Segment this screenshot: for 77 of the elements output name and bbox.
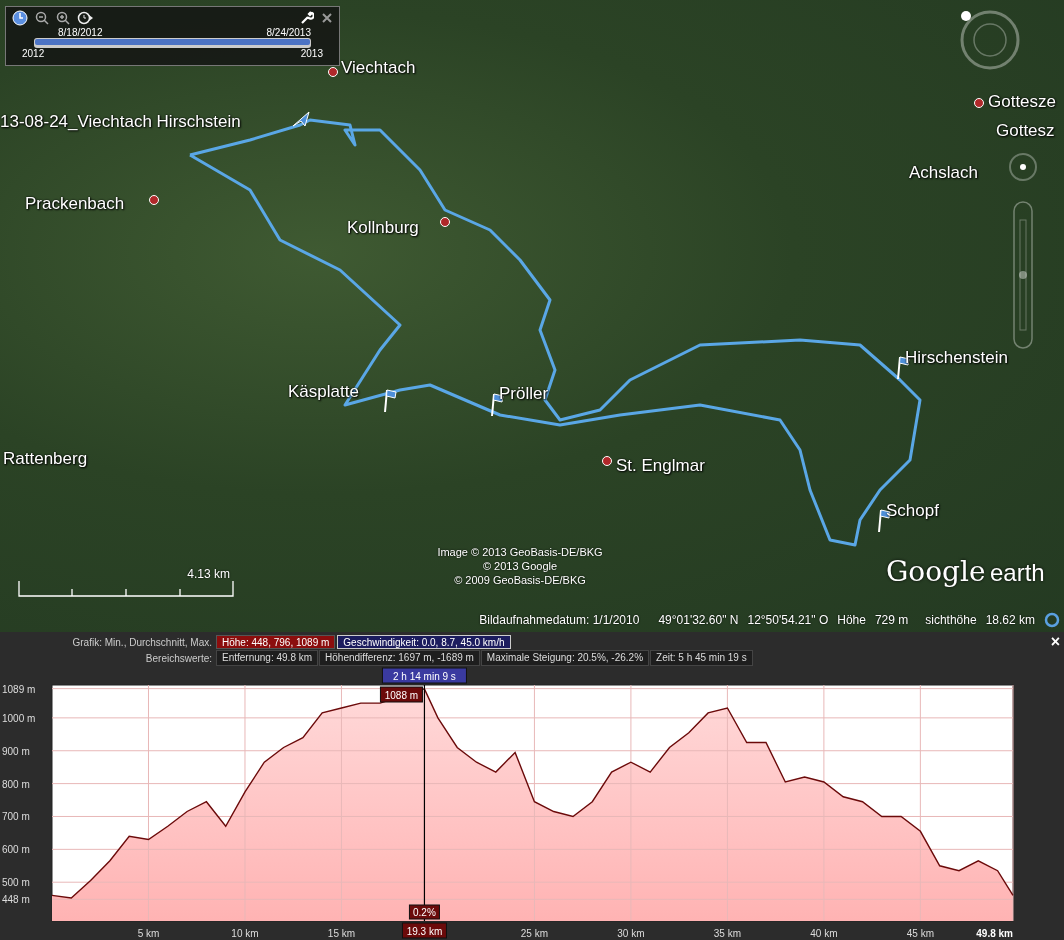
y-axis-label: 1000 m (2, 712, 36, 724)
y-axis-label: 800 m (2, 778, 30, 790)
graph-toggle[interactable]: Geschwindigkeit: 0.0, 8.7, 45.0 km/h (337, 635, 511, 649)
range-value: Zeit: 5 h 45 min 19 s (650, 650, 753, 666)
range-value: Höhendifferenz: 1697 m, -1689 m (319, 650, 480, 666)
elevation-value: 729 m (874, 613, 909, 627)
range-value: Entfernung: 49.8 km (216, 650, 319, 666)
clock-play-icon[interactable] (77, 11, 93, 25)
y-axis-label: 900 m (2, 745, 30, 757)
x-axis-label: 15 km (327, 928, 356, 939)
time-range-slider[interactable] (34, 38, 311, 48)
start-date: 8/18/2012 (58, 27, 103, 38)
close-button[interactable]: × (1050, 634, 1060, 650)
grade-tag: 0.2% (408, 904, 440, 920)
x-axis-label: 5 km (137, 928, 160, 939)
close-icon[interactable] (321, 12, 333, 24)
time-tag: 2 h 14 min 9 s (381, 667, 467, 684)
place-label[interactable]: Hirschenstein (905, 348, 1008, 368)
elevation-tag: 1088 m (379, 686, 423, 703)
x-axis-label: 10 km (231, 928, 259, 939)
x-axis-label: 40 km (810, 928, 838, 939)
zoom-in-icon[interactable] (56, 11, 70, 25)
place-label[interactable]: Achslach (909, 163, 978, 183)
google-earth-logo: Google earth (886, 555, 1045, 588)
place-label[interactable]: Rattenberg (3, 449, 88, 469)
place-label[interactable]: Schopf (886, 501, 939, 521)
end-date: 8/24/2013 (266, 27, 311, 38)
x-axis-label: 45 km (906, 928, 934, 939)
x-axis-label: 30 km (617, 928, 645, 939)
start-year: 2012 (22, 48, 45, 59)
status-indicator-icon (1044, 612, 1060, 628)
look-control-icon[interactable] (1008, 152, 1038, 182)
longitude: 12°50'54.21" O (747, 613, 829, 627)
eye-altitude-value: 18.62 km (985, 613, 1035, 627)
y-axis-label: 700 m (2, 811, 30, 823)
town-marker-icon[interactable] (974, 98, 984, 108)
town-marker-icon[interactable] (149, 195, 159, 205)
scale-label: 4.13 km (187, 567, 230, 581)
y-axis-label: 448 m (2, 894, 30, 906)
copyright-text: Image © 2013 GeoBasis-DE/BKG (437, 545, 603, 559)
town-marker-icon[interactable] (328, 67, 338, 77)
copyright-text: © 2009 GeoBasis-DE/BKG (454, 573, 586, 587)
place-label[interactable]: Prackenbach (25, 194, 125, 214)
clock-icon[interactable] (12, 10, 28, 26)
graph-label: Grafik: Min., Durchschnitt, Max. (71, 636, 213, 648)
town-marker-icon[interactable] (440, 217, 450, 227)
zoom-out-icon[interactable] (35, 11, 49, 25)
y-axis-label: 600 m (2, 844, 30, 856)
flag-icon[interactable] (383, 388, 397, 412)
ref-line-label: 19.3 km (406, 926, 443, 937)
town-marker-icon[interactable] (602, 456, 612, 466)
y-axis-label: 500 m (2, 877, 30, 889)
eye-altitude-label: sichthöhe (925, 613, 977, 627)
range-value: Maximale Steigung: 20.5%, -26.2% (480, 650, 650, 666)
range-label: Bereichswerte: (144, 652, 213, 664)
place-label[interactable]: Kollnburg (347, 218, 419, 238)
imagery-date: Bildaufnahmedatum: 1/1/2010 (479, 613, 640, 627)
scale-bar-icon (18, 581, 234, 597)
x-axis-label: 49.8 km (976, 928, 1013, 939)
latitude: 49°01'32.60" N (658, 613, 739, 627)
graph-toggle[interactable]: Höhe: 448, 796, 1089 m (216, 635, 336, 649)
arrow-icon[interactable] (292, 111, 310, 127)
place-label[interactable]: Viechtach (341, 58, 416, 78)
distance-tag: 19.3 km (401, 922, 447, 939)
place-label[interactable]: St. Englmar (616, 456, 705, 476)
wrench-icon[interactable] (300, 11, 314, 25)
elevation-label: Höhe (837, 613, 866, 627)
copyright-text: © 2013 Google (482, 559, 558, 573)
y-axis-label: 1089 m (2, 683, 36, 695)
place-label[interactable]: Gottesz (996, 121, 1055, 141)
compass-icon[interactable] (958, 8, 1022, 72)
end-year: 2013 (300, 48, 323, 59)
place-label[interactable]: 13-08-24_Viechtach Hirschstein (0, 112, 241, 132)
x-axis-label: 35 km (713, 928, 741, 939)
zoom-slider-icon[interactable] (1012, 200, 1034, 350)
place-label[interactable]: Gottesze (988, 92, 1057, 112)
x-axis-label: 25 km (520, 928, 549, 939)
